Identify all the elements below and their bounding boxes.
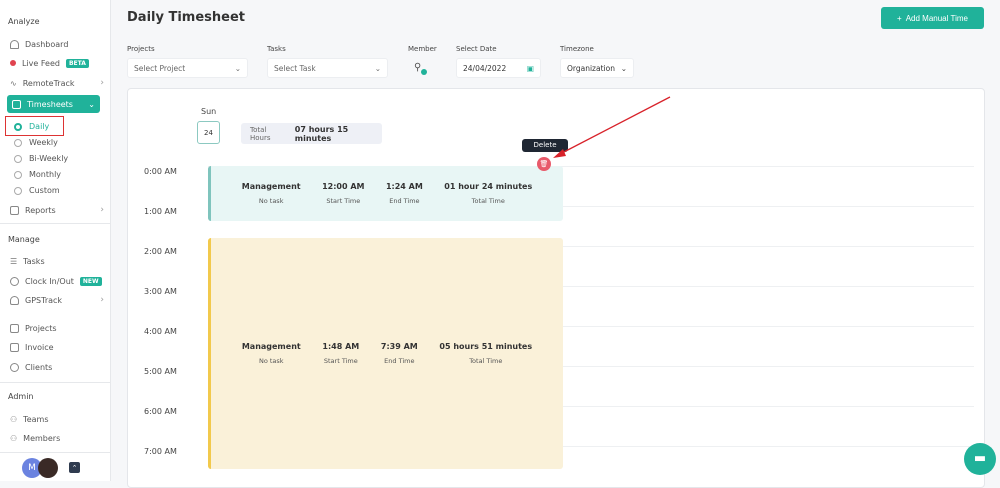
sidebar-item-remotetrack[interactable]: ∿ RemoteTrack › [10,75,104,91]
sidebar-item-members[interactable]: ⚇ Members [10,430,60,446]
annotation-arrow [553,96,671,158]
tasks-icon: ☰ [10,256,18,266]
clock-icon [14,138,22,147]
label: Custom [29,186,60,195]
sidebar-item-tasks[interactable]: ☰ Tasks [10,253,45,269]
label: Live Feed [22,58,60,68]
label: GPSTrack [25,295,63,305]
clock-icon [14,186,22,195]
sidebar-item-reports[interactable]: Reports › [10,202,104,218]
sidebar-item-daily[interactable]: Daily [14,122,49,131]
label: Clock In/Out [25,276,74,286]
chevron-right-icon: › [100,295,104,305]
label: Reports [25,205,56,215]
section-admin: Admin [8,392,34,401]
sidebar-item-clock[interactable]: Clock In/Out NEW [10,273,102,289]
chevron-right-icon: › [100,78,104,88]
clock-icon [14,170,22,179]
sidebar-item-gpstrack[interactable]: GPSTrack › [10,292,104,308]
sidebar-item-monthly[interactable]: Monthly [14,170,61,179]
teams-icon: ⚇ [10,414,18,424]
clock-icon [14,154,22,163]
label: Members [23,433,61,443]
chevron-right-icon: › [100,205,104,215]
beta-badge: BETA [65,58,89,68]
clock-icon [14,122,22,131]
divider [0,452,110,453]
label: Monthly [29,170,62,179]
sidebar-item-live-feed[interactable]: Live Feed BETA [10,55,89,71]
sidebar-item-timesheets[interactable]: Timesheets ⌄ [7,95,100,113]
chevron-down-icon: ⌄ [88,99,95,109]
label: Tasks [23,256,45,266]
sidebar-item-clients[interactable]: Clients [10,359,52,375]
pulse-icon: ∿ [10,78,17,88]
sidebar-item-invoice[interactable]: Invoice [10,339,54,355]
label: RemoteTrack [22,78,75,88]
invoice-icon [10,342,19,352]
members-icon: ⚇ [10,433,18,443]
section-manage: Manage [8,235,40,244]
gps-icon [10,295,19,305]
sidebar-item-dashboard[interactable]: Dashboard [10,36,68,52]
reports-icon [10,205,19,215]
live-dot-icon [10,60,16,66]
label: Dashboard [25,39,69,49]
divider [0,223,110,224]
label: Bi-Weekly [29,154,69,163]
clients-icon [10,362,19,372]
divider [0,382,110,383]
section-analyze: Analyze [8,17,40,26]
expand-button[interactable]: ⌃ [69,462,80,473]
label: Clients [25,362,53,372]
new-badge: NEW [79,276,102,286]
user-photo-avatar[interactable] [38,458,58,478]
label: Daily [29,122,50,131]
timesheet-icon [12,99,21,109]
chat-button[interactable]: ▬ [964,443,996,475]
label: Timesheets [27,99,73,109]
sidebar: Analyze Dashboard Live Feed BETA ∿ RemoteT… [0,0,111,481]
projects-icon [10,323,19,333]
clock-icon [10,276,19,286]
label: Projects [25,323,57,333]
sidebar-item-weekly[interactable]: Weekly [14,138,58,147]
sidebar-item-biweekly[interactable]: Bi-Weekly [14,154,68,163]
dashboard-icon [10,39,19,49]
sidebar-item-custom[interactable]: Custom [14,186,60,195]
label: Invoice [25,342,54,352]
label: Teams [23,414,49,424]
label: Weekly [29,138,58,147]
sidebar-item-projects[interactable]: Projects [10,320,57,336]
main-content: Daily Timesheet + Add Manual Time Project… [111,0,1000,488]
sidebar-item-teams[interactable]: ⚇ Teams [10,411,48,427]
